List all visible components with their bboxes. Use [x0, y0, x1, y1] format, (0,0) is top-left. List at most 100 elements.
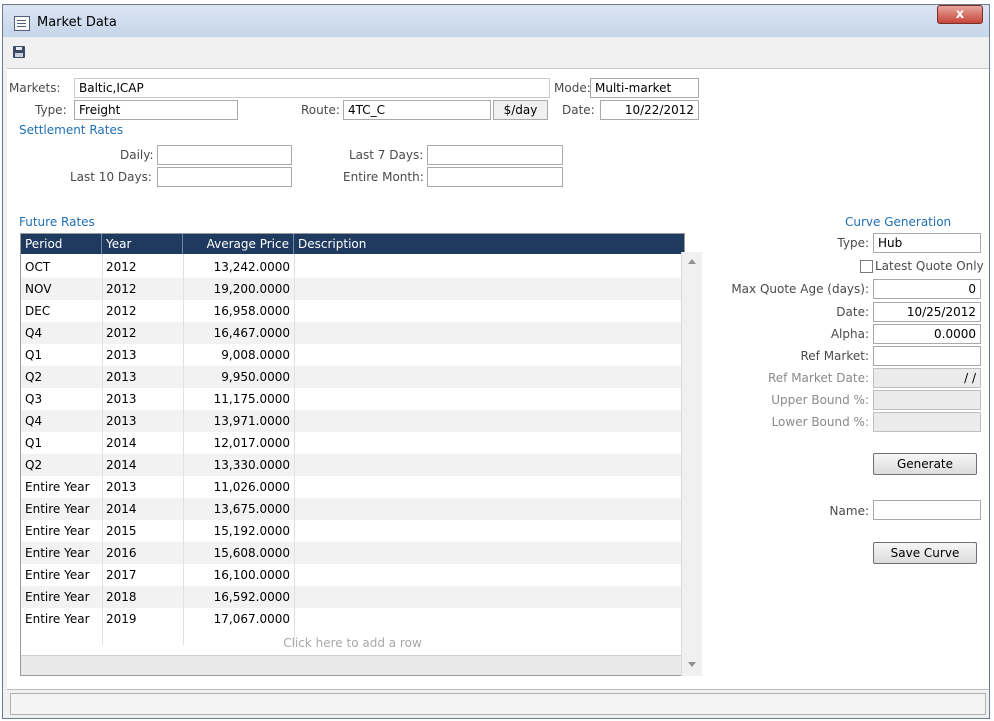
cell-price[interactable]: 13,675.0000: [183, 498, 294, 520]
cell-description[interactable]: [294, 432, 684, 454]
cell-price[interactable]: 16,592.0000: [183, 586, 294, 608]
curve-name-field[interactable]: [873, 500, 981, 520]
generate-button[interactable]: Generate: [873, 453, 977, 475]
cell-period[interactable]: Q3: [21, 388, 102, 410]
cell-year[interactable]: 2013: [102, 366, 183, 388]
cell-description[interactable]: [294, 586, 684, 608]
cell-year[interactable]: 2014: [102, 498, 183, 520]
cell-year[interactable]: 2013: [102, 344, 183, 366]
entire-month-field[interactable]: [427, 167, 563, 187]
cell-description[interactable]: [294, 498, 684, 520]
scroll-down-icon[interactable]: [688, 662, 696, 667]
add-row-link[interactable]: Click here to add a row: [21, 633, 684, 653]
table-row[interactable]: Q3 2013 11,175.0000: [21, 388, 684, 410]
cell-year[interactable]: 2019: [102, 608, 183, 630]
cell-price[interactable]: 11,175.0000: [183, 388, 294, 410]
table-row[interactable]: Entire Year 2019 17,067.0000: [21, 608, 684, 630]
cell-period[interactable]: DEC: [21, 300, 102, 322]
last10-field[interactable]: [157, 167, 292, 187]
title-bar[interactable]: [3, 5, 989, 37]
cell-price[interactable]: 16,467.0000: [183, 322, 294, 344]
table-row[interactable]: Entire Year 2015 15,192.0000: [21, 520, 684, 542]
table-row[interactable]: Entire Year 2016 15,608.0000: [21, 542, 684, 564]
cell-period[interactable]: Entire Year: [21, 564, 102, 586]
cell-period[interactable]: OCT: [21, 256, 102, 278]
cell-price[interactable]: 13,971.0000: [183, 410, 294, 432]
table-row[interactable]: Entire Year 2017 16,100.0000: [21, 564, 684, 586]
latest-quote-checkbox[interactable]: [860, 260, 873, 273]
curve-type-field[interactable]: Hub: [873, 233, 981, 253]
table-row[interactable]: Entire Year 2018 16,592.0000: [21, 586, 684, 608]
cell-description[interactable]: [294, 388, 684, 410]
cell-year[interactable]: 2013: [102, 476, 183, 498]
scroll-up-icon[interactable]: [688, 259, 696, 264]
cell-description[interactable]: [294, 410, 684, 432]
cell-period[interactable]: Entire Year: [21, 586, 102, 608]
cell-price[interactable]: 9,008.0000: [183, 344, 294, 366]
cell-period[interactable]: Q1: [21, 432, 102, 454]
date-field[interactable]: 10/22/2012: [600, 100, 699, 120]
table-row[interactable]: Q4 2012 16,467.0000: [21, 322, 684, 344]
cell-period[interactable]: Entire Year: [21, 608, 102, 630]
cell-period[interactable]: Q4: [21, 410, 102, 432]
table-row[interactable]: Entire Year 2013 11,026.0000: [21, 476, 684, 498]
cell-price[interactable]: 13,242.0000: [183, 256, 294, 278]
markets-field[interactable]: Baltic,ICAP: [74, 78, 550, 98]
cell-price[interactable]: 11,026.0000: [183, 476, 294, 498]
daily-field[interactable]: [157, 145, 292, 165]
save-curve-button[interactable]: Save Curve: [873, 542, 977, 564]
cell-description[interactable]: [294, 344, 684, 366]
cell-year[interactable]: 2013: [102, 388, 183, 410]
cell-year[interactable]: 2012: [102, 300, 183, 322]
cell-description[interactable]: [294, 278, 684, 300]
cell-price[interactable]: 15,192.0000: [183, 520, 294, 542]
mode-field[interactable]: Multi-market: [590, 78, 699, 98]
cell-period[interactable]: Q1: [21, 344, 102, 366]
grid-scrollbar[interactable]: [681, 252, 702, 676]
cell-year[interactable]: 2017: [102, 564, 183, 586]
table-row[interactable]: OCT 2012 13,242.0000: [21, 256, 684, 278]
cell-price[interactable]: 9,950.0000: [183, 366, 294, 388]
alpha-field[interactable]: 0.0000: [873, 324, 981, 344]
col-header-period[interactable]: Period: [21, 234, 102, 254]
cell-price[interactable]: 12,017.0000: [183, 432, 294, 454]
cell-year[interactable]: 2016: [102, 542, 183, 564]
cell-year[interactable]: 2013: [102, 410, 183, 432]
last7-field[interactable]: [427, 145, 563, 165]
save-icon[interactable]: [13, 46, 25, 58]
cell-description[interactable]: [294, 300, 684, 322]
cell-price[interactable]: 19,200.0000: [183, 278, 294, 300]
table-row[interactable]: NOV 2012 19,200.0000: [21, 278, 684, 300]
cell-price[interactable]: 16,100.0000: [183, 564, 294, 586]
cell-period[interactable]: Q2: [21, 454, 102, 476]
col-header-year[interactable]: Year: [102, 234, 183, 254]
ref-market-field[interactable]: [873, 346, 981, 366]
cell-year[interactable]: 2014: [102, 432, 183, 454]
cell-period[interactable]: Entire Year: [21, 498, 102, 520]
cell-year[interactable]: 2012: [102, 256, 183, 278]
cell-description[interactable]: [294, 542, 684, 564]
col-header-description[interactable]: Description: [294, 234, 684, 254]
cell-period[interactable]: Q4: [21, 322, 102, 344]
col-header-average-price[interactable]: Average Price: [183, 234, 294, 254]
close-button[interactable]: x: [937, 5, 983, 24]
cell-description[interactable]: [294, 322, 684, 344]
cell-description[interactable]: [294, 366, 684, 388]
table-row[interactable]: Q2 2013 9,950.0000: [21, 366, 684, 388]
type-field[interactable]: Freight: [74, 100, 238, 120]
cell-price[interactable]: 17,067.0000: [183, 608, 294, 630]
cell-period[interactable]: Entire Year: [21, 520, 102, 542]
cell-description[interactable]: [294, 256, 684, 278]
cell-price[interactable]: 16,958.0000: [183, 300, 294, 322]
cell-price[interactable]: 15,608.0000: [183, 542, 294, 564]
cell-year[interactable]: 2015: [102, 520, 183, 542]
cell-year[interactable]: 2014: [102, 454, 183, 476]
cell-description[interactable]: [294, 520, 684, 542]
cell-period[interactable]: Q2: [21, 366, 102, 388]
cell-period[interactable]: Entire Year: [21, 542, 102, 564]
table-row[interactable]: Q1 2013 9,008.0000: [21, 344, 684, 366]
cell-year[interactable]: 2012: [102, 322, 183, 344]
cell-description[interactable]: [294, 454, 684, 476]
table-row[interactable]: Q2 2014 13,330.0000: [21, 454, 684, 476]
table-row[interactable]: Q4 2013 13,971.0000: [21, 410, 684, 432]
